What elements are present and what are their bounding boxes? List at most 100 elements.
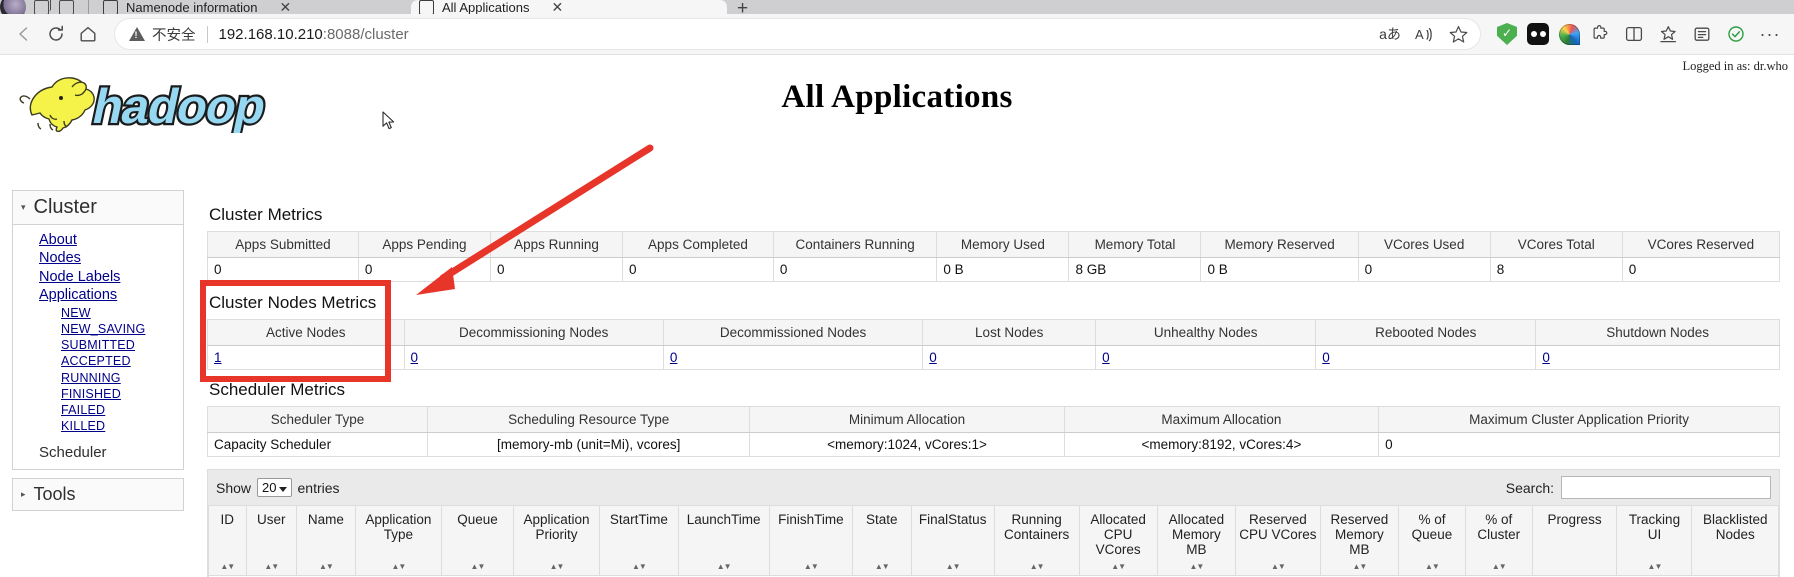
settings-more-icon[interactable]: ··· <box>1754 18 1786 50</box>
cell-decommissioning-nodes[interactable]: 0 <box>403 345 664 370</box>
col-state[interactable]: State ▲▼ <box>851 506 912 577</box>
col-application-type[interactable]: Application Type ▲▼ <box>354 506 443 577</box>
page-length-select[interactable]: 20 <box>257 478 292 497</box>
sort-icon: ▲▼ <box>1352 562 1367 572</box>
url-host: 192.168.10.210 <box>218 25 323 43</box>
new-tab-button[interactable]: + <box>737 0 748 14</box>
sidebar-item-applications[interactable]: Applications <box>13 286 183 304</box>
divider <box>206 25 208 43</box>
col-user[interactable]: User ▲▼ <box>245 506 298 577</box>
cell-rebooted-nodes[interactable]: 0 <box>1315 345 1537 370</box>
sidebar-item-finished[interactable]: FINISHED <box>13 386 183 402</box>
cell-decommissioned-nodes[interactable]: 0 <box>662 345 924 370</box>
tab-search-icon[interactable] <box>34 0 51 14</box>
sidebar-item-running[interactable]: RUNNING <box>13 370 183 386</box>
tab-manager-icon[interactable] <box>1527 23 1549 45</box>
translate-icon[interactable]: aあ <box>1374 18 1406 50</box>
adblock-shield-icon[interactable]: ✓ <box>1497 23 1517 45</box>
cell-vcores-used: 0 <box>1357 257 1491 282</box>
sidebar-item-node-labels[interactable]: Node Labels <box>13 268 183 286</box>
cell-memory-used: 0 B <box>936 257 1070 282</box>
back-icon[interactable] <box>8 18 40 50</box>
col-id[interactable]: ID ▲▼ <box>208 506 247 577</box>
active-nodes-link[interactable]: 1 <box>214 350 222 365</box>
col-application-priority[interactable]: Application Priority ▲▼ <box>512 506 601 577</box>
profile-avatar[interactable] <box>0 0 26 14</box>
col-scheduler-type: Scheduler Type <box>206 406 429 433</box>
col-starttime[interactable]: StartTime ▲▼ <box>599 506 679 577</box>
cell-shutdown-nodes[interactable]: 0 <box>1535 345 1780 370</box>
col-finalstatus[interactable]: FinalStatus ▲▼ <box>910 506 995 577</box>
cell-lost-nodes[interactable]: 0 <box>922 345 1097 370</box>
sidebar-item-killed[interactable]: KILLED <box>13 418 183 434</box>
col-maximum-cluster-application-priority: Maximum Cluster Application Priority <box>1378 406 1780 433</box>
sort-icon: ▲▼ <box>716 562 732 572</box>
col-containers-running: Containers Running <box>772 231 938 258</box>
logged-in-status: Logged in as: dr.who <box>1682 59 1788 73</box>
sidebar-section-tools[interactable]: ▸ Tools <box>12 477 184 511</box>
sidebar-item-scheduler[interactable]: Scheduler <box>13 444 183 461</box>
sidebar-item-new[interactable]: NEW <box>13 305 183 321</box>
search-input[interactable] <box>1561 476 1771 499</box>
table-header-row: Active Nodes Decommissioning Nodes Decom… <box>207 319 1780 346</box>
shutdown-nodes-link[interactable]: 0 <box>1542 350 1550 365</box>
cell-scheduling-resource-type: [memory-mb (unit=Mi), vcores] <box>427 432 751 457</box>
cell-apps-completed: 0 <box>622 257 774 282</box>
sidebar-item-submitted[interactable]: SUBMITTED <box>13 337 183 353</box>
col-vcores-total: VCores Total <box>1489 231 1623 258</box>
col-allocated-memory-mb[interactable]: Allocated Memory MB ▲▼ <box>1156 506 1237 577</box>
col-reserved-memory-mb[interactable]: Reserved Memory MB ▲▼ <box>1319 506 1400 577</box>
favorite-star-icon[interactable] <box>1442 18 1474 50</box>
col-apps-completed: Apps Completed <box>622 231 774 258</box>
browser-essentials-icon[interactable] <box>1720 18 1752 50</box>
cell-unhealthy-nodes[interactable]: 0 <box>1095 345 1317 370</box>
col-percent-of-cluster[interactable]: % of Cluster ▲▼ <box>1464 506 1533 577</box>
workspaces-icon[interactable] <box>59 0 74 14</box>
sidebar-item-new-saving[interactable]: NEW_SAVING <box>13 321 183 337</box>
address-bar[interactable]: 不安全 192.168.10.210:8088/cluster aあ A <box>114 18 1481 50</box>
page-length-control[interactable]: Show 20 entries <box>216 478 340 497</box>
sidebar-item-accepted[interactable]: ACCEPTED <box>13 353 183 369</box>
sidebar-item-nodes[interactable]: Nodes <box>13 249 183 267</box>
col-memory-used: Memory Used <box>936 231 1070 258</box>
tab-close-icon[interactable]: ✕ <box>551 0 563 14</box>
col-launchtime[interactable]: LaunchTime ▲▼ <box>677 506 770 577</box>
tab-namenode-information[interactable]: Namenode information ✕ <box>95 0 411 14</box>
reload-icon[interactable] <box>40 18 72 50</box>
lost-nodes-link[interactable]: 0 <box>929 350 937 365</box>
sidebar-item-failed[interactable]: FAILED <box>13 402 183 418</box>
col-allocated-cpu-vcores[interactable]: Allocated CPU VCores ▲▼ <box>1078 506 1158 577</box>
rebooted-nodes-link[interactable]: 0 <box>1322 350 1330 365</box>
tab-all-applications[interactable]: All Applications ✕ <box>411 0 727 14</box>
unhealthy-nodes-link[interactable]: 0 <box>1102 350 1110 365</box>
col-running-containers[interactable]: Running Containers ▲▼ <box>993 506 1080 577</box>
table-header-row: Apps Submitted Apps Pending Apps Running… <box>207 231 1781 258</box>
extensions-puzzle-icon[interactable] <box>1584 18 1616 50</box>
sort-icon: ▲▼ <box>549 562 565 572</box>
col-vcores-reserved: VCores Reserved <box>1621 231 1781 258</box>
sidebar-item-about[interactable]: About <box>13 231 183 249</box>
sidebar-section-cluster[interactable]: ▾ Cluster <box>12 190 184 225</box>
scheduler-metrics-table: Scheduler Type Scheduling Resource Type … <box>206 406 1780 457</box>
col-name[interactable]: Name ▲▼ <box>296 506 356 577</box>
split-screen-icon[interactable] <box>1618 18 1650 50</box>
col-queue[interactable]: Queue ▲▼ <box>441 506 514 577</box>
col-finishtime[interactable]: FinishTime ▲▼ <box>768 506 853 577</box>
col-tracking-ui[interactable]: Tracking UI ▲▼ <box>1616 506 1693 577</box>
home-icon[interactable] <box>72 18 104 50</box>
cell-active-nodes[interactable]: 1 <box>207 345 405 370</box>
download-manager-icon[interactable] <box>1559 23 1580 45</box>
collections-icon[interactable] <box>1686 18 1718 50</box>
favorites-bar-icon[interactable] <box>1652 18 1684 50</box>
col-reserved-cpu-vcores[interactable]: Reserved CPU VCores ▲▼ <box>1235 506 1321 577</box>
col-percent-of-queue[interactable]: % of Queue ▲▼ <box>1398 506 1466 577</box>
decommissioning-nodes-link[interactable]: 0 <box>411 350 419 365</box>
tab-close-icon[interactable]: ✕ <box>280 0 292 14</box>
sort-icon: ▲▼ <box>264 562 279 572</box>
main-content: Cluster Metrics Apps Submitted Apps Pend… <box>206 205 1781 577</box>
decommissioned-nodes-link[interactable]: 0 <box>670 350 678 365</box>
read-aloud-icon[interactable]: A <box>1408 18 1440 50</box>
site-security-indicator[interactable]: 不安全 <box>129 24 196 45</box>
